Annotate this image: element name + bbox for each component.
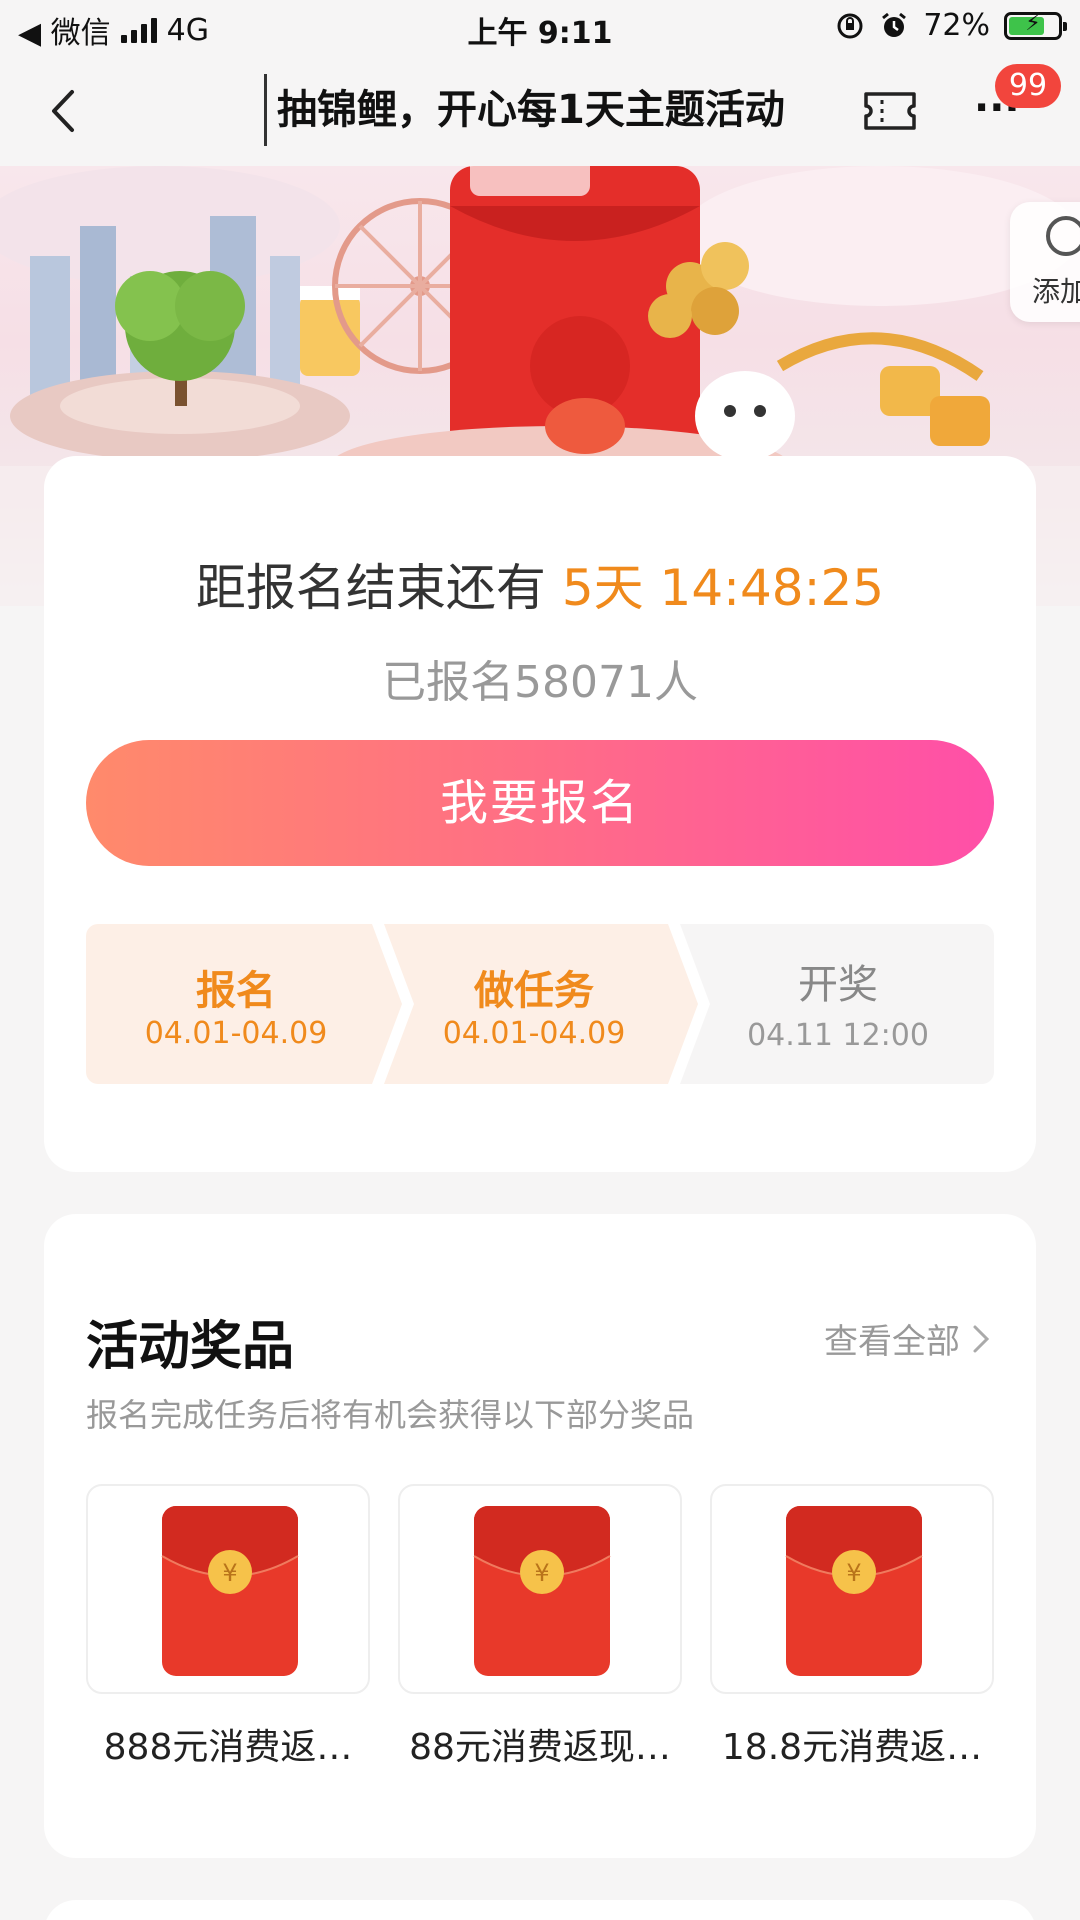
red-packet-icon: ¥	[161, 1506, 299, 1676]
signup-card: 距报名结束还有 5天 14:48:25 已报名58071人 我要报名 报名 04…	[44, 456, 1036, 1172]
step-date: 04.01-04.09	[144, 1016, 328, 1051]
clock-icon	[1046, 216, 1080, 256]
red-packet-icon: ¥	[473, 1506, 611, 1676]
signed-count: 已报名58071人	[382, 657, 698, 708]
orientation-lock-icon	[837, 13, 863, 38]
back-button[interactable]	[40, 86, 90, 136]
ticket-icon[interactable]	[862, 86, 918, 136]
status-right: 72% ⚡	[835, 8, 1067, 43]
add-to-home-button[interactable]: 添加	[1010, 202, 1080, 322]
nav-bar: 抽锦鲤，开心每1天主题活动 ··· 99	[0, 56, 1080, 166]
prize-image: ¥	[398, 1484, 682, 1694]
prize-item[interactable]: ¥ 18.8元消费返…	[710, 1484, 994, 1770]
battery-icon: ⚡	[1004, 11, 1067, 40]
prize-name: 888元消费返…	[103, 1727, 353, 1768]
notification-badge: 99	[995, 64, 1061, 108]
battery-percent: 72%	[923, 8, 990, 43]
alarm-icon	[882, 12, 907, 37]
svg-text:¥: ¥	[846, 1559, 861, 1587]
page-title: 抽锦鲤，开心每1天主题活动	[277, 87, 785, 133]
activity-timeline: 报名 04.01-04.09 做任务 04.01-04.09 开奖 04.11 …	[86, 924, 994, 1084]
prizes-card: 活动奖品 查看全部 报名完成任务后将有机会获得以下部分奖品 ¥ 888元消费返…	[44, 1214, 1036, 1858]
step-label: 开奖	[798, 962, 878, 1008]
signup-button[interactable]: 我要报名	[86, 740, 994, 866]
next-section-card	[44, 1900, 1036, 1920]
step-date: 04.11 12:00	[747, 1018, 929, 1053]
view-all-link[interactable]: 查看全部	[824, 1314, 990, 1363]
prize-item[interactable]: ¥ 888元消费返…	[86, 1484, 370, 1770]
step-task: 做任务 04.01-04.09	[386, 924, 682, 1084]
step-label: 做任务	[474, 968, 594, 1014]
page-title-container: 抽锦鲤，开心每1天主题活动	[264, 74, 824, 146]
add-to-home-label: 添加	[1032, 275, 1080, 308]
prize-name: 18.8元消费返…	[721, 1727, 983, 1768]
view-all-label: 查看全部	[824, 1322, 960, 1362]
svg-text:¥: ¥	[534, 1559, 549, 1587]
prize-image: ¥	[86, 1484, 370, 1694]
countdown: 距报名结束还有 5天 14:48:25	[44, 548, 1036, 620]
prize-image: ¥	[710, 1484, 994, 1694]
countdown-time: 14:48:25	[659, 559, 885, 617]
countdown-days: 5天	[561, 559, 644, 617]
step-date: 04.01-04.09	[442, 1016, 626, 1051]
step-signup: 报名 04.01-04.09	[86, 924, 386, 1084]
red-packet-icon: ¥	[785, 1506, 923, 1676]
step-label: 报名	[196, 968, 276, 1014]
prize-item[interactable]: ¥ 88元消费返现…	[398, 1484, 682, 1770]
chevron-right-icon	[973, 1325, 990, 1352]
step-draw: 开奖 04.11 12:00	[682, 924, 994, 1084]
prize-name: 88元消费返现…	[409, 1727, 671, 1768]
svg-text:¥: ¥	[222, 1559, 237, 1587]
status-bar: ◀ 微信 4G 上午 9:11 72% ⚡	[0, 0, 1080, 56]
prizes-subtitle: 报名完成任务后将有机会获得以下部分奖品	[86, 1396, 695, 1434]
prizes-title: 活动奖品	[86, 1317, 295, 1377]
countdown-prefix: 距报名结束还有	[195, 559, 546, 617]
